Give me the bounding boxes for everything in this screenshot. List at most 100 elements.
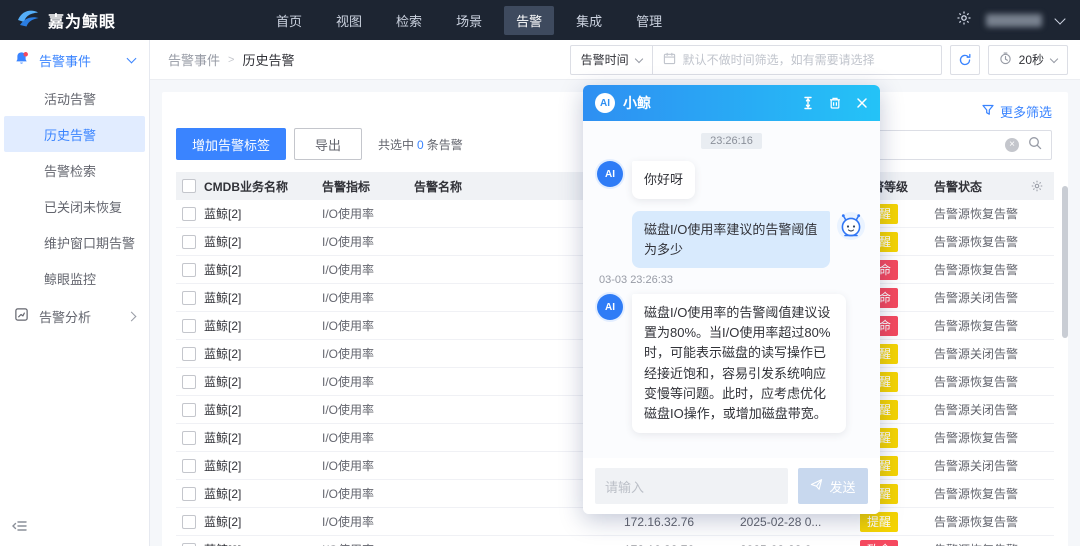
cell-status: 告警源恢复告警	[934, 207, 1019, 221]
breadcrumb-parent[interactable]: 告警事件	[168, 50, 220, 69]
app-logo[interactable]: 嘉为鲸眼	[16, 6, 116, 35]
user-name-masked[interactable]	[986, 13, 1042, 27]
sidebar-item[interactable]: 告警检索	[4, 152, 145, 188]
cell-biz: 蓝鲸[2]	[204, 235, 242, 249]
sidebar-group-alert-events[interactable]: 告警事件	[0, 40, 149, 80]
sidebar-item[interactable]: 历史告警	[4, 116, 145, 152]
row-checkbox[interactable]	[182, 206, 196, 221]
nav-item[interactable]: 管理	[624, 6, 674, 35]
cell-biz: 蓝鲸[2]	[204, 375, 242, 389]
more-filters-link[interactable]: 更多筛选	[982, 102, 1052, 121]
chat-text-input[interactable]: 请输入	[595, 468, 788, 504]
row-checkbox[interactable]	[182, 262, 196, 277]
add-alarm-tag-button[interactable]: 增加告警标签	[176, 128, 287, 160]
chevron-down-icon	[634, 54, 643, 63]
cell-status: 告警源关闭告警	[934, 291, 1019, 305]
cell-status: 告警源关闭告警	[934, 347, 1019, 361]
user-message: 磁盘I/O使用率建议的告警阈值为多少	[597, 211, 866, 269]
time-field-label: 告警时间	[580, 53, 629, 67]
timer-icon	[999, 52, 1012, 68]
search-icon[interactable]	[1028, 136, 1042, 155]
row-checkbox[interactable]	[182, 290, 196, 305]
row-checkbox[interactable]	[182, 430, 196, 445]
clear-chat-trash-icon[interactable]	[828, 96, 842, 110]
cell-metric: I/O使用率	[322, 431, 375, 445]
sidebar-group-label: 告警分析	[39, 309, 92, 325]
cell-status: 告警源恢复告警	[934, 487, 1019, 501]
col-header-biz[interactable]: CMDB业务名称	[204, 178, 322, 195]
row-checkbox[interactable]	[182, 458, 196, 473]
page-header-strip: 告警事件 > 历史告警 告警时间 默认不做时间筛选，如有需要请选择 20秒	[150, 40, 1080, 80]
row-checkbox[interactable]	[182, 486, 196, 501]
nav-menu: 首页 视图 检索 场景 告警 集成 管理	[264, 5, 674, 35]
ai-message: AI 你好呀	[597, 161, 866, 200]
ai-badge-icon: AI	[595, 93, 615, 113]
more-filters-label: 更多筛选	[999, 105, 1052, 120]
chat-messages: 23:26:16 AI 你好呀 磁盘I/O使用率建议的告警阈值为多少 03-03…	[583, 121, 880, 458]
sidebar-item[interactable]: 鲸眼监控	[4, 260, 145, 296]
export-button[interactable]: 导出	[294, 128, 363, 160]
cell-status: 告警源恢复告警	[926, 541, 1030, 546]
row-checkbox[interactable]	[182, 402, 196, 417]
nav-item[interactable]: 视图	[324, 6, 374, 35]
sidebar-group-label: 告警事件	[39, 53, 92, 69]
cell-status: 告警源恢复告警	[934, 431, 1019, 445]
nav-item[interactable]: 首页	[264, 6, 314, 35]
row-checkbox[interactable]	[182, 346, 196, 361]
cell-biz: 蓝鲸[2]	[204, 291, 242, 305]
table-row[interactable]: 蓝鲸[2] I/O使用率 172.16.32.76 2025-02-28 0..…	[176, 536, 1054, 546]
column-settings-gear-icon[interactable]	[1030, 179, 1054, 193]
user-chevron-down-icon[interactable]	[1054, 12, 1066, 25]
paper-plane-icon	[810, 478, 823, 494]
cell-metric: I/O使用率	[322, 235, 375, 249]
select-all-checkbox[interactable]	[182, 179, 196, 193]
cell-biz: 蓝鲸[2]	[204, 263, 242, 277]
cell-status: 告警源恢复告警	[934, 375, 1019, 389]
breadcrumb-separator: >	[228, 53, 235, 66]
funnel-icon	[982, 104, 994, 119]
col-header-status[interactable]: 告警状态	[926, 178, 1030, 195]
row-checkbox[interactable]	[182, 374, 196, 389]
ai-avatar: AI	[597, 161, 623, 187]
chat-input-bar: 请输入 发送	[583, 458, 880, 514]
table-scrollbar[interactable]	[1062, 186, 1068, 338]
nav-item[interactable]: 检索	[384, 6, 434, 35]
time-field-select[interactable]: 告警时间	[571, 45, 653, 74]
date-range-input[interactable]: 默认不做时间筛选，如有需要请选择	[653, 46, 941, 74]
nav-item[interactable]: 集成	[564, 6, 614, 35]
table-toolbar: 增加告警标签 导出 共选中 0 条告警	[176, 128, 463, 160]
chat-title: 小鲸	[623, 95, 651, 111]
row-checkbox[interactable]	[182, 514, 196, 529]
resize-icon[interactable]	[802, 96, 814, 110]
calendar-icon	[663, 52, 676, 68]
col-header-metric[interactable]: 告警指标	[322, 178, 414, 195]
close-icon[interactable]	[856, 97, 868, 109]
cell-status: 告警源恢复告警	[934, 235, 1019, 249]
cell-metric: I/O使用率	[322, 291, 375, 305]
nav-item[interactable]: 场景	[444, 6, 494, 35]
send-button[interactable]: 发送	[798, 468, 868, 504]
sidebar-collapse-icon[interactable]	[12, 519, 28, 538]
refresh-interval-select[interactable]: 20秒	[987, 44, 1068, 75]
sidebar-group-alert-analysis[interactable]: 告警分析	[0, 296, 149, 336]
sidebar-item[interactable]: 活动告警	[4, 80, 145, 116]
chevron-down-icon	[126, 53, 137, 64]
cell-biz: 蓝鲸[2]	[204, 403, 242, 417]
sidebar-item[interactable]: 已关闭未恢复	[4, 188, 145, 224]
row-checkbox[interactable]	[182, 318, 196, 333]
chevron-down-icon	[1049, 54, 1059, 63]
chat-header[interactable]: AI 小鲸	[583, 85, 880, 121]
interval-value: 20秒	[1018, 53, 1044, 67]
app-window: 嘉为鲸眼 首页 视图 检索 场景 告警 集成 管理 告警事件 活动告警 历史告警…	[0, 0, 1080, 546]
clear-search-icon[interactable]: ×	[1005, 138, 1019, 152]
cell-biz: 蓝鲸[2]	[204, 515, 242, 529]
settings-gear-icon[interactable]	[956, 10, 972, 31]
cell-status: 告警源恢复告警	[934, 263, 1019, 277]
cell-biz: 蓝鲸[2]	[204, 207, 242, 221]
sidebar-item[interactable]: 维护窗口期告警	[4, 224, 145, 260]
row-checkbox[interactable]	[182, 234, 196, 249]
refresh-button[interactable]	[949, 44, 980, 75]
nav-item[interactable]: 告警	[504, 5, 555, 35]
cell-status: 告警源恢复告警	[934, 515, 1019, 529]
row-checkbox[interactable]	[182, 542, 196, 546]
